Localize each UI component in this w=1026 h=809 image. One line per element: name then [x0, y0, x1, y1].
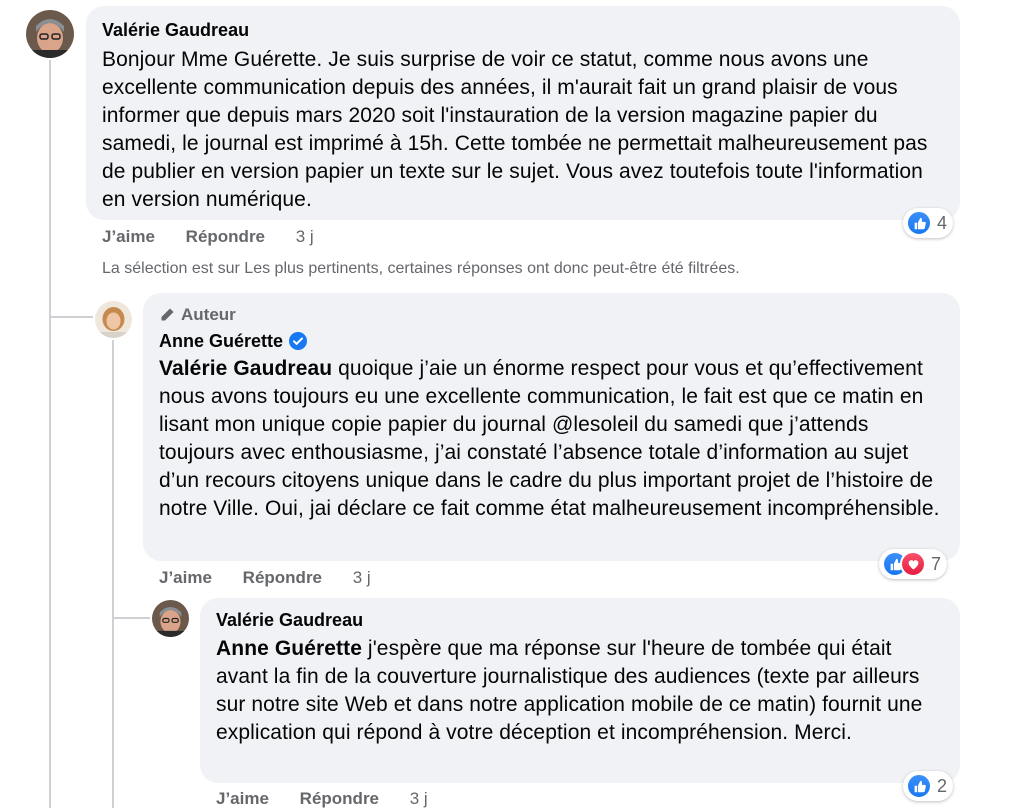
pencil-icon: [161, 308, 174, 321]
reply-button[interactable]: Répondre: [300, 789, 379, 808]
reply-button[interactable]: Répondre: [186, 227, 265, 246]
reaction-count: 2: [937, 775, 948, 796]
timestamp[interactable]: 3 j: [296, 227, 314, 246]
avatar-anne[interactable]: [95, 301, 132, 338]
reaction-summary-3[interactable]: 2: [903, 771, 954, 801]
comment-actions-3: J’aime Répondre 3 j: [216, 789, 454, 809]
comment-actions-1: J’aime Répondre 3 j: [102, 227, 340, 247]
reaction-count: 7: [931, 553, 942, 574]
thread-line-main: [49, 60, 51, 808]
like-button[interactable]: J’aime: [159, 568, 212, 587]
avatar-anne-photo: [95, 301, 132, 338]
like-button[interactable]: J’aime: [216, 789, 269, 808]
comment-author: Anne Guérette: [159, 329, 944, 353]
like-reaction-icon: [906, 773, 932, 799]
reaction-count: 4: [937, 212, 948, 233]
comment-actions-2: J’aime Répondre 3 j: [159, 568, 397, 588]
comment-bubble-1: Valérie Gaudreau Bonjour Mme Guérette. J…: [86, 6, 960, 220]
thread-connector-reply-1: [49, 316, 93, 318]
author-badge-label: Auteur: [181, 305, 236, 324]
comment-text: Bonjour Mme Guérette. Je suis surprise d…: [102, 48, 928, 211]
thread-connector-reply-2: [112, 617, 150, 619]
comment-bubble-2: Auteur Anne Guérette Valérie Gaudreau qu…: [143, 293, 960, 561]
comment-bubble-3: Valérie Gaudreau Anne Guérette j'espère …: [200, 598, 960, 783]
author-badge: Auteur: [159, 303, 944, 327]
comment-text-body: quoique j’aie un énorme respect pour vou…: [159, 357, 940, 520]
like-reaction-icon: [906, 210, 932, 236]
like-button[interactable]: J’aime: [102, 227, 155, 246]
comment-text: Anne Guérette j'espère que ma réponse su…: [216, 635, 944, 747]
mention-link[interactable]: Valérie Gaudreau: [159, 357, 332, 380]
avatar-valerie-photo: [26, 10, 74, 58]
comment-author[interactable]: Valérie Gaudreau: [216, 608, 944, 632]
reply-button[interactable]: Répondre: [243, 568, 322, 587]
avatar-valerie[interactable]: [26, 10, 74, 58]
avatar-valerie[interactable]: [152, 600, 189, 637]
comment-text: Valérie Gaudreau quoique j’aie un énorme…: [159, 355, 944, 523]
reaction-summary-1[interactable]: 4: [903, 208, 954, 238]
filter-notice: La sélection est sur Les plus pertinents…: [102, 260, 740, 277]
heart-reaction-icon: [900, 551, 926, 577]
comment-author-name[interactable]: Anne Guérette: [159, 331, 283, 351]
avatar-valerie-photo: [152, 600, 189, 637]
timestamp[interactable]: 3 j: [353, 568, 371, 587]
comment-author[interactable]: Valérie Gaudreau: [102, 18, 944, 42]
thread-line-reply-1: [112, 340, 114, 808]
reaction-summary-2[interactable]: 7: [879, 549, 948, 579]
verified-badge-icon: [289, 332, 308, 350]
timestamp[interactable]: 3 j: [410, 789, 428, 808]
mention-link[interactable]: Anne Guérette: [216, 637, 362, 660]
